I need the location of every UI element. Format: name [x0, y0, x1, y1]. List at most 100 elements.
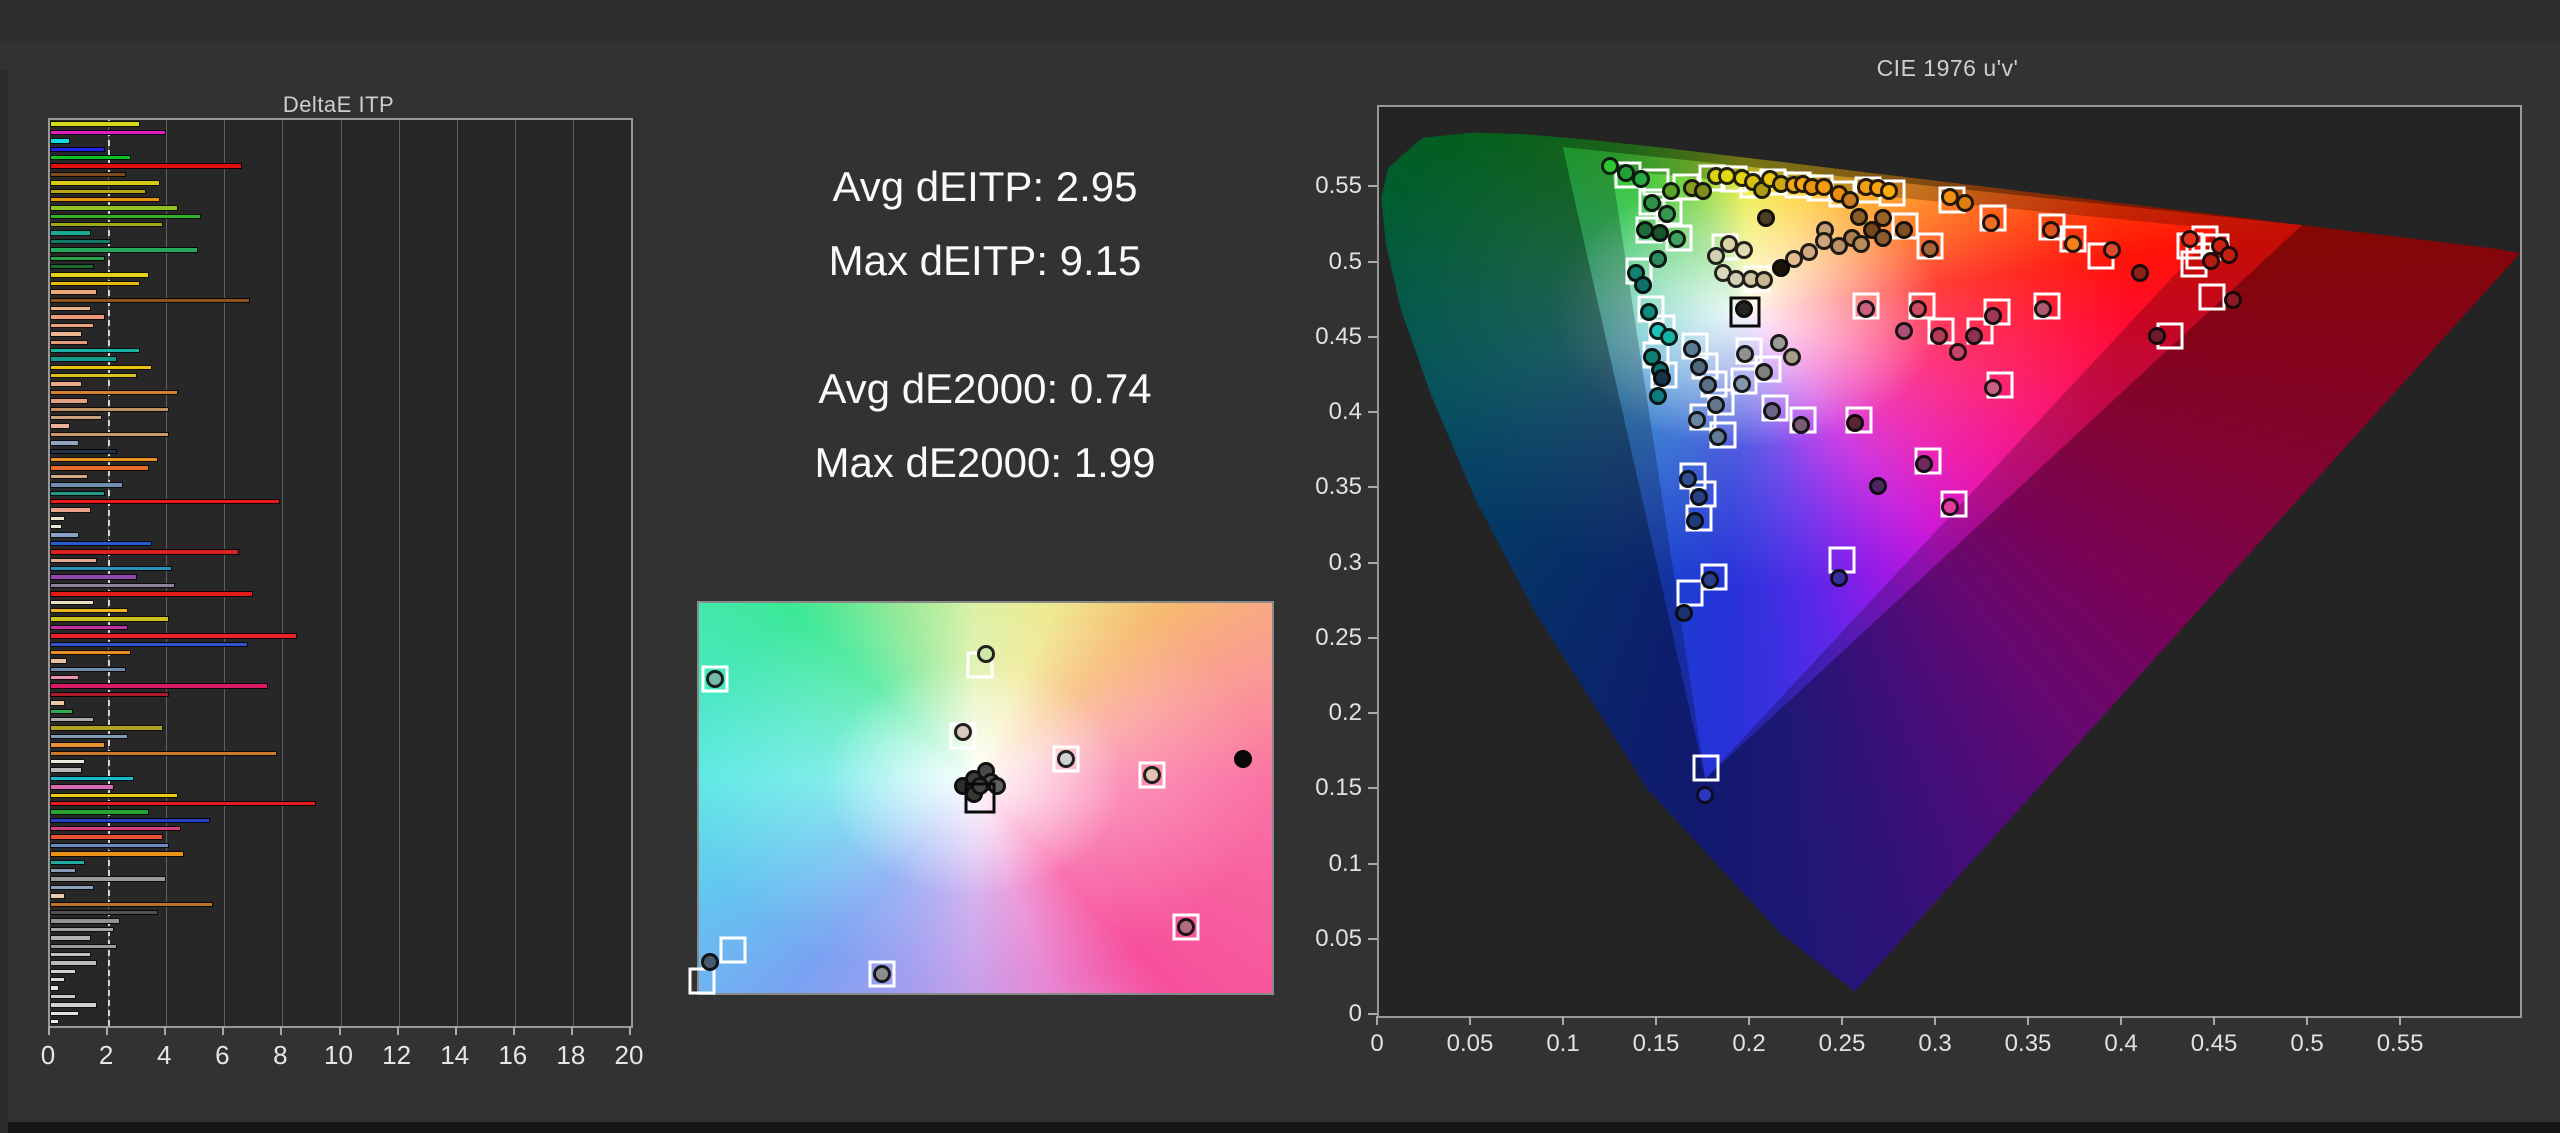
y-tick-mark — [1368, 411, 1377, 413]
measurement-point — [1982, 213, 2000, 232]
measurement-point — [1771, 259, 1790, 277]
measurement-point — [2041, 221, 2060, 240]
de-bar — [50, 557, 97, 563]
x-tick-label: 0.55 — [2376, 1030, 2424, 1057]
measurement-point — [1142, 765, 1161, 784]
stats-line: Avg dEITP: 2.95 — [832, 163, 1138, 210]
stats-line: Avg dE2000: 0.74 — [818, 365, 1152, 412]
measurement-point — [953, 722, 972, 741]
y-tick-label: 0.15 — [1315, 774, 1362, 802]
cie-1976-uv-diagram[interactable] — [1377, 105, 2522, 1018]
de-bar — [50, 272, 149, 278]
de-bar — [50, 792, 178, 798]
de-bar — [50, 868, 77, 874]
de-bar — [50, 742, 106, 748]
measurement-point — [1782, 347, 1801, 366]
stats-line: Max dEITP: 9.15 — [828, 237, 1142, 284]
de-bar — [50, 935, 91, 941]
measurement-point — [1915, 454, 1933, 473]
de-bar — [50, 305, 91, 312]
y-tick-label: 0.5 — [1328, 247, 1362, 275]
y-tick-mark — [1368, 862, 1377, 865]
measurement-point — [1649, 387, 1667, 405]
measurement-point — [873, 964, 892, 983]
gridline — [282, 120, 284, 1026]
x-tick-mark — [280, 1026, 283, 1035]
measurement-point — [701, 952, 720, 971]
measurement-point — [1948, 343, 1967, 362]
de-bar — [50, 524, 62, 530]
de-bar — [50, 717, 94, 723]
y-tick-mark — [1368, 636, 1377, 639]
de-bar — [50, 314, 106, 320]
de-bar — [50, 809, 149, 815]
gridline — [340, 120, 342, 1026]
de-bar — [50, 339, 88, 345]
measurement-point — [1658, 204, 1677, 223]
y-tick-label: 0.35 — [1315, 473, 1362, 501]
measurement-point — [1868, 477, 1887, 496]
de-bar — [50, 507, 91, 513]
de-bar — [50, 1010, 80, 1016]
x-tick-label: 0.05 — [1446, 1030, 1494, 1057]
de-bar — [50, 238, 111, 245]
de-bar — [50, 373, 138, 379]
de-bar — [50, 800, 316, 807]
de-bar — [50, 171, 126, 178]
y-tick-mark — [1368, 185, 1377, 188]
de-bar — [50, 616, 170, 622]
de-bar — [50, 381, 82, 387]
delta-itp-bar-chart[interactable] — [48, 118, 633, 1028]
de-bar — [50, 985, 59, 991]
y-tick-label: 0.05 — [1315, 924, 1362, 952]
x-tick-label: 0.25 — [1818, 1030, 1866, 1057]
measurement-point — [2181, 230, 2199, 249]
de-bar — [50, 431, 170, 438]
measurement-point — [1983, 307, 2002, 326]
de-bar — [50, 448, 117, 454]
de-bar — [50, 884, 94, 891]
de-bar — [50, 733, 129, 740]
cie-chart-title: CIE 1976 u'v' — [1876, 55, 2019, 81]
y-tick-mark — [1368, 561, 1377, 564]
de-bar — [50, 876, 167, 882]
de-bar — [50, 582, 175, 589]
target-square — [719, 936, 747, 964]
de-bar — [50, 540, 152, 547]
measurement-point — [1708, 427, 1727, 446]
stats-line: Max dE2000: 1.99 — [814, 439, 1156, 486]
x-tick-mark — [222, 1026, 225, 1035]
de-bar — [50, 633, 297, 639]
measurement-point — [1792, 415, 1811, 434]
measurement-point — [1632, 170, 1651, 189]
x-tick-mark — [1748, 1016, 1751, 1025]
measurement-point — [976, 644, 995, 663]
de-bar — [50, 591, 254, 597]
y-tick-label: 0.4 — [1328, 398, 1362, 425]
de-bar — [50, 708, 74, 714]
measurement-point — [1682, 340, 1701, 359]
x-tick-mark — [1934, 1016, 1937, 1025]
x-tick-label: 0.2 — [1732, 1030, 1766, 1057]
ab-plane-scatter[interactable] — [688, 601, 1274, 995]
measurement-point — [1732, 374, 1751, 393]
de-bar — [50, 758, 85, 765]
de-bar — [50, 859, 85, 865]
y-tick-label: 0.25 — [1315, 623, 1362, 651]
measurement-point — [1652, 368, 1671, 387]
measurement-point — [2034, 299, 2053, 318]
measurement-point — [1667, 230, 1686, 249]
measurement-point — [1662, 182, 1680, 201]
de-bar — [50, 532, 80, 538]
de-bar — [50, 926, 114, 933]
de-bar — [50, 456, 158, 463]
de-bar — [50, 154, 132, 161]
de-bar — [50, 121, 141, 127]
measurement-point — [2130, 263, 2149, 282]
stats-block: Avg dEITP: 2.95 Max dEITP: 9.15 Avg dE200… — [640, 150, 1330, 500]
x-tick-mark — [454, 1026, 457, 1035]
measurement-point — [1689, 487, 1708, 506]
measurement-point — [1706, 247, 1725, 265]
measurement-point — [1736, 344, 1755, 363]
de-bar — [50, 842, 170, 849]
